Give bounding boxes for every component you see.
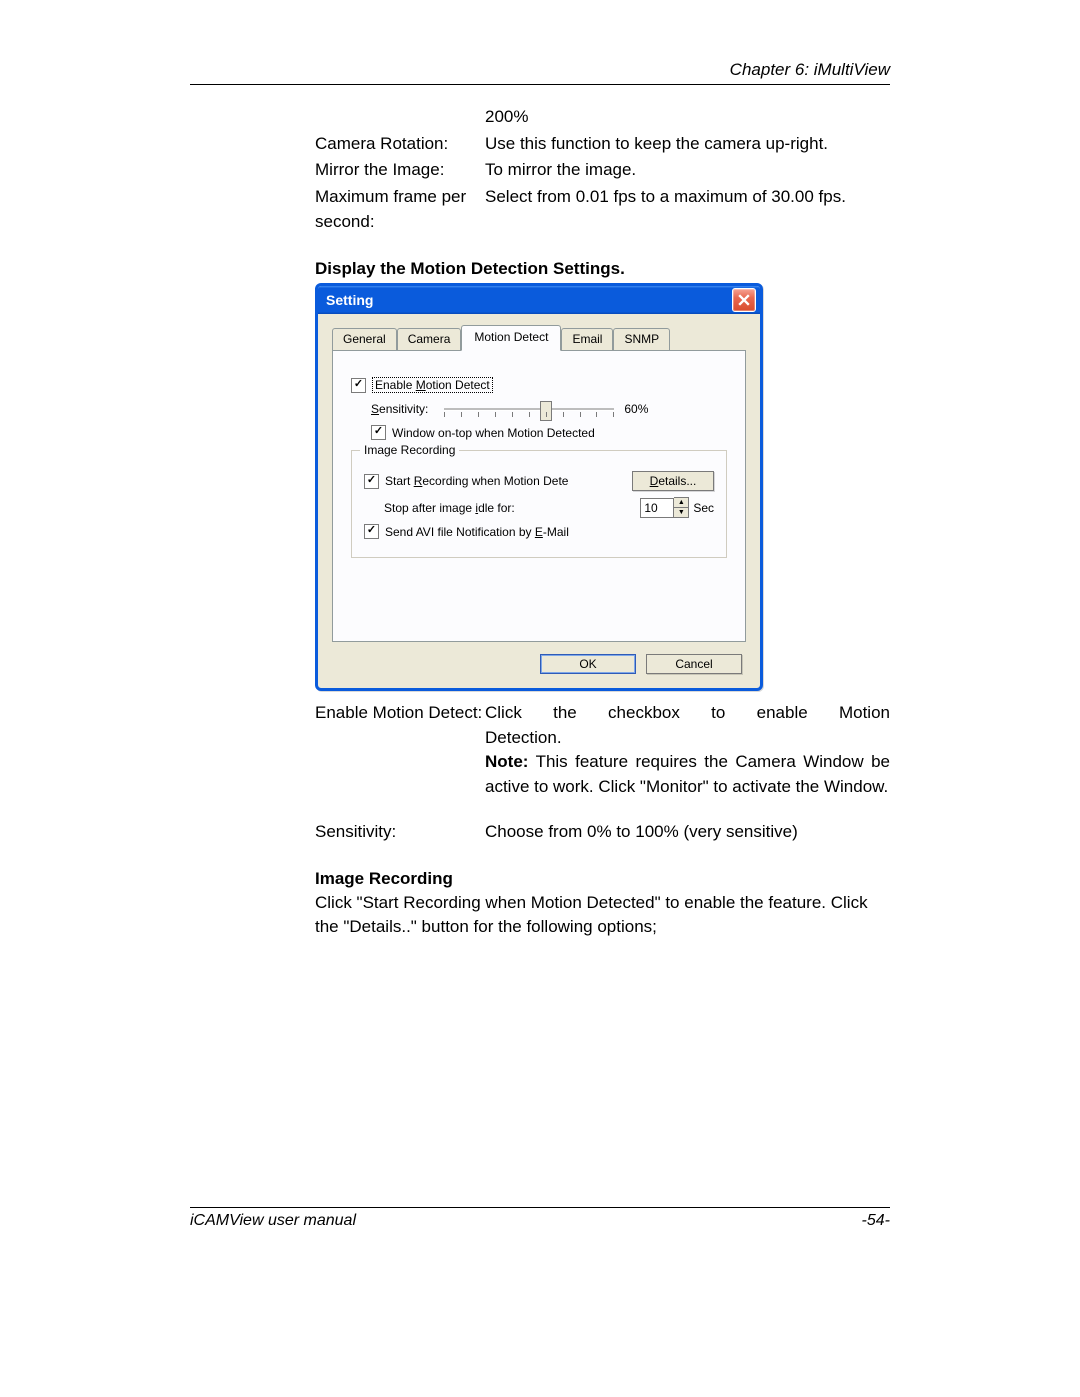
ok-button[interactable]: OK — [540, 654, 636, 674]
footer-left: iCAMView user manual — [190, 1212, 356, 1230]
spin-down-icon[interactable]: ▼ — [674, 508, 688, 517]
image-recording-group: Image Recording Start Recording when Mot… — [351, 450, 727, 558]
tab-general[interactable]: General — [332, 328, 397, 350]
avi-email-label: Send AVI file Notification by E-Mail — [385, 525, 569, 539]
footer-right: -54- — [862, 1212, 890, 1230]
tab-motion-detect[interactable]: Motion Detect — [461, 325, 561, 351]
pre-spec-table: 200% Camera Rotation: Use this function … — [315, 105, 890, 234]
close-icon — [738, 294, 750, 306]
tab-email[interactable]: Email — [561, 328, 613, 350]
sensitivity-value: 60% — [624, 402, 648, 416]
post-row2-label: Sensitivity: — [315, 820, 485, 845]
row-camera-rotation-label: Camera Rotation: — [315, 132, 485, 157]
post-row1-desc: ClickthecheckboxtoenableMotion Detection… — [485, 701, 890, 800]
close-button[interactable] — [732, 288, 756, 312]
zoom-value: 200% — [485, 105, 890, 130]
spin-up-icon[interactable]: ▲ — [674, 498, 688, 508]
stop-idle-label: Stop after image idle for: — [384, 501, 640, 515]
start-recording-label: Start Recording when Motion Dete — [385, 474, 632, 488]
post-spec-table: Enable Motion Detect: Clickthecheckboxto… — [315, 701, 890, 844]
row-mirror-label: Mirror the Image: — [315, 158, 485, 183]
section-image-recording-heading: Image Recording — [315, 869, 890, 889]
footer-rule — [190, 1207, 890, 1208]
row-mirror-desc: To mirror the image. — [485, 158, 890, 183]
post-row2-desc: Choose from 0% to 100% (very sensitive) — [485, 820, 890, 845]
details-button[interactable]: Details... — [632, 471, 714, 491]
group-legend: Image Recording — [360, 443, 459, 457]
row-maxfps-label: Maximum frame per second: — [315, 185, 485, 234]
ontop-label: Window on-top when Motion Detected — [392, 426, 595, 440]
enable-motion-label: Enable Motion Detect — [372, 377, 493, 393]
page-footer: iCAMView user manual -54- — [190, 1207, 890, 1230]
start-recording-checkbox[interactable] — [364, 474, 379, 489]
dialog-title: Setting — [326, 292, 373, 308]
row-maxfps-desc: Select from 0.01 fps to a maximum of 30.… — [485, 185, 890, 234]
chapter-header: Chapter 6: iMultiView — [190, 60, 890, 80]
stop-idle-unit: Sec — [693, 501, 714, 515]
row-camera-rotation-desc: Use this function to keep the camera up-… — [485, 132, 890, 157]
sensitivity-label: Sensitivity: — [371, 402, 428, 416]
dialog-titlebar[interactable]: Setting — [318, 286, 760, 314]
tab-panel: Enable Motion Detect Sensitivity: 60% — [332, 350, 746, 642]
settings-dialog: Setting General Camera Motion Detect Ema… — [315, 283, 763, 691]
slider-thumb[interactable] — [540, 401, 552, 421]
post-row1-label: Enable Motion Detect: — [315, 701, 485, 800]
cancel-button[interactable]: Cancel — [646, 654, 742, 674]
tab-strip: General Camera Motion Detect Email SNMP — [332, 326, 746, 350]
spinner-buttons[interactable]: ▲ ▼ — [674, 497, 689, 518]
enable-motion-checkbox[interactable] — [351, 378, 366, 393]
tab-camera[interactable]: Camera — [397, 328, 462, 350]
section-image-recording-body: Click "Start Recording when Motion Detec… — [315, 891, 890, 939]
sensitivity-slider[interactable] — [444, 399, 614, 419]
stop-idle-input[interactable] — [640, 498, 674, 518]
tab-snmp[interactable]: SNMP — [613, 328, 670, 350]
section-motion-heading: Display the Motion Detection Settings. — [315, 259, 890, 279]
ontop-checkbox[interactable] — [371, 425, 386, 440]
avi-email-checkbox[interactable] — [364, 524, 379, 539]
header-rule — [190, 84, 890, 85]
